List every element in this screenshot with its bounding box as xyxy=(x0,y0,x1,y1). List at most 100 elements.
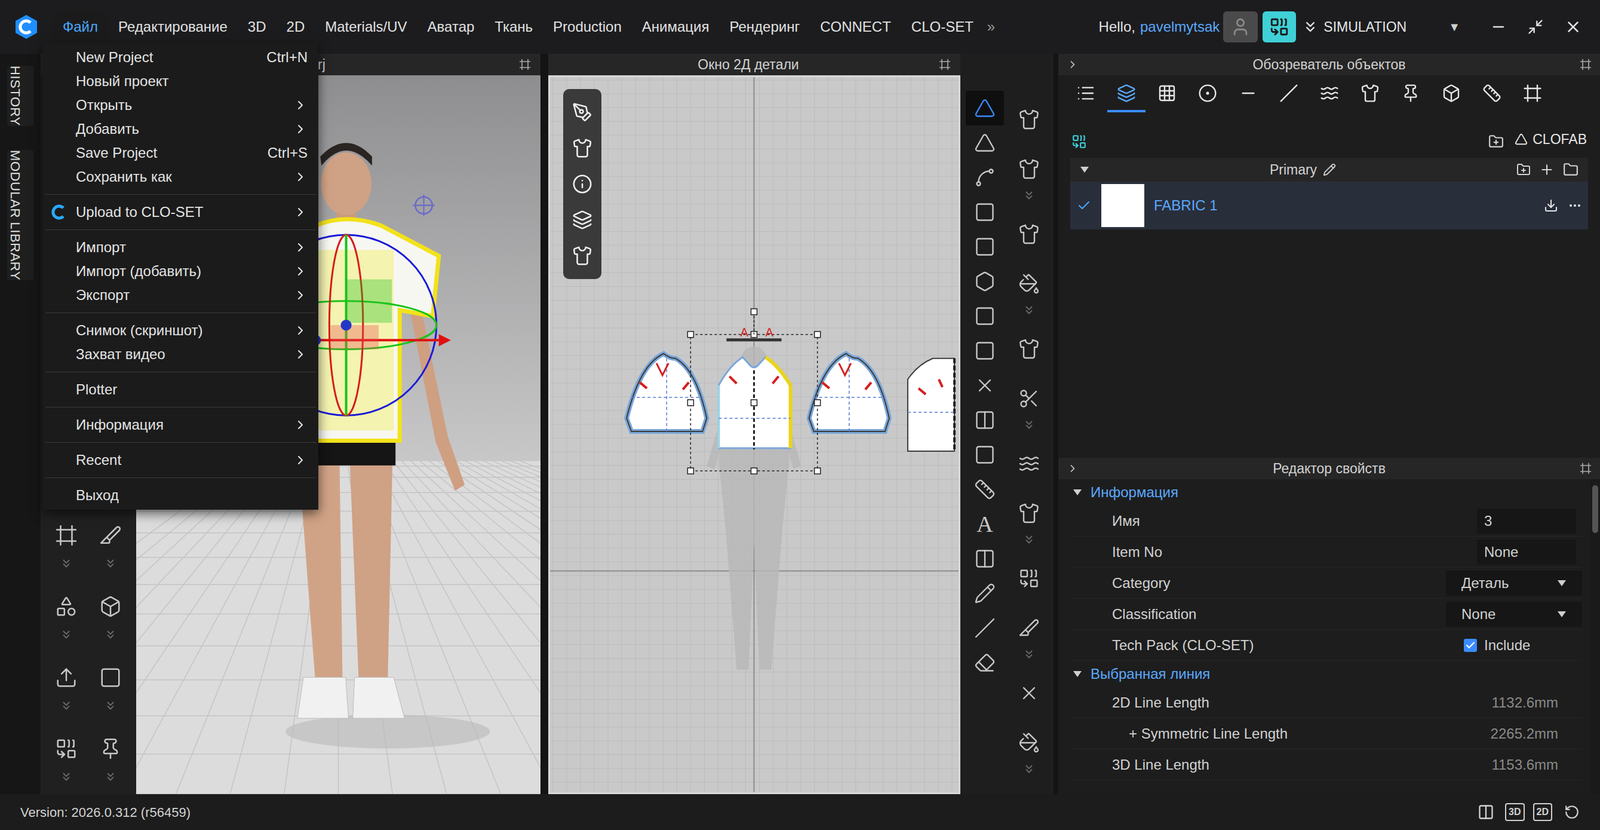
tool-button[interactable] xyxy=(965,298,1004,334)
add-folder-icon[interactable] xyxy=(1488,133,1504,150)
text-field[interactable]: None xyxy=(1476,539,1577,565)
undock-icon[interactable] xyxy=(938,58,951,71)
view-tool-button[interactable] xyxy=(567,133,598,164)
fabric-check[interactable] xyxy=(1076,198,1092,213)
expand-icon[interactable] xyxy=(103,627,118,641)
menu-item[interactable]: Materials/UV xyxy=(314,11,417,43)
file-menu-item[interactable]: Plotter xyxy=(43,377,319,402)
tool-button[interactable] xyxy=(92,588,129,625)
tool-button[interactable] xyxy=(1009,446,1049,481)
expand-icon[interactable] xyxy=(59,698,73,712)
tool-button[interactable] xyxy=(1009,381,1049,416)
file-menu-item[interactable]: Recent xyxy=(43,447,319,472)
mode-dropdown[interactable]: ▼ xyxy=(1448,17,1461,36)
menu-overflow[interactable]: » xyxy=(983,16,999,38)
menu-item[interactable]: Production xyxy=(542,11,632,43)
object-tab[interactable] xyxy=(1147,76,1187,113)
pattern-canvas[interactable]: AA xyxy=(550,77,959,792)
scrollbar[interactable] xyxy=(1590,478,1600,794)
file-menu-item[interactable]: Информация xyxy=(43,412,319,437)
menu-item[interactable]: 2D xyxy=(276,11,316,43)
tool-button[interactable] xyxy=(965,263,1004,299)
object-tab[interactable] xyxy=(1310,76,1349,113)
tool-button[interactable] xyxy=(48,588,85,625)
tool-button[interactable] xyxy=(965,160,1004,195)
object-tab[interactable] xyxy=(1350,76,1390,113)
object-tab[interactable] xyxy=(1391,76,1430,113)
app-logo-icon[interactable] xyxy=(13,13,40,41)
expand-icon[interactable] xyxy=(59,769,73,783)
tool-button[interactable] xyxy=(965,471,1004,507)
undock-icon[interactable] xyxy=(1579,58,1592,71)
view-tool-button[interactable] xyxy=(567,240,598,271)
view-tool-button[interactable] xyxy=(567,97,598,128)
tool-button[interactable] xyxy=(965,125,1004,161)
minimize-icon[interactable] xyxy=(1490,18,1507,36)
tool-button[interactable] xyxy=(1009,560,1049,596)
object-tab[interactable] xyxy=(1269,76,1308,113)
file-menu-item[interactable]: Импорт (добавить) xyxy=(43,259,319,284)
collapse-icon[interactable] xyxy=(1066,58,1079,71)
section-header[interactable]: Информация xyxy=(1072,478,1583,506)
file-menu-item[interactable]: Импорт xyxy=(43,235,319,260)
expand-icon[interactable] xyxy=(1022,647,1036,661)
view-button[interactable]: 3D xyxy=(1505,802,1525,821)
avatar-icon[interactable] xyxy=(1223,11,1258,43)
file-menu-item[interactable]: Захват видео xyxy=(43,342,319,367)
viewport-2d[interactable]: AA xyxy=(548,75,961,794)
file-menu-item[interactable]: Снимок (скриншот) xyxy=(43,318,319,343)
object-tab[interactable] xyxy=(1066,76,1105,113)
menu-item[interactable]: Файл xyxy=(52,11,109,43)
tool-button[interactable] xyxy=(92,659,129,696)
object-tab[interactable] xyxy=(1229,76,1268,113)
tool-button[interactable] xyxy=(965,367,1004,403)
view-tool-button[interactable] xyxy=(567,169,598,199)
object-tab[interactable] xyxy=(1107,76,1146,113)
checkbox[interactable]: Include xyxy=(1463,634,1583,656)
connect-icon[interactable] xyxy=(1071,133,1087,150)
file-menu-item[interactable]: Выход xyxy=(43,483,319,508)
tool-button[interactable] xyxy=(1009,610,1049,646)
dropdown[interactable]: None xyxy=(1445,601,1583,627)
tool-button[interactable] xyxy=(1009,216,1049,252)
tool-button[interactable] xyxy=(48,659,85,696)
file-menu-item[interactable]: Открыть xyxy=(43,93,319,118)
tool-button[interactable] xyxy=(965,194,1004,230)
menu-item[interactable]: Рендеринг xyxy=(719,11,811,43)
tool-button[interactable] xyxy=(1009,151,1049,187)
undock-icon[interactable] xyxy=(1579,462,1592,475)
expand-icon[interactable] xyxy=(103,556,118,570)
menu-item[interactable]: CONNECT xyxy=(809,11,902,43)
view-button[interactable]: 2D xyxy=(1533,802,1553,821)
tool-button[interactable] xyxy=(965,90,1004,126)
split-view-icon[interactable] xyxy=(1477,803,1495,821)
side-tab[interactable]: HISTORY xyxy=(7,65,34,127)
tool-button[interactable] xyxy=(965,645,1004,680)
tool-button[interactable] xyxy=(965,229,1004,264)
tool-button[interactable]: A xyxy=(965,506,1004,542)
menu-item[interactable]: Анимация xyxy=(631,11,720,43)
object-tab[interactable] xyxy=(1513,76,1552,113)
tool-button[interactable] xyxy=(965,437,1004,472)
close-icon[interactable] xyxy=(1564,17,1583,36)
expand-icon[interactable] xyxy=(103,698,118,712)
material-group-row[interactable]: Primary xyxy=(1070,157,1589,182)
object-tab[interactable] xyxy=(1432,76,1471,113)
fabric-row[interactable]: FABRIC 1 xyxy=(1070,181,1589,230)
file-menu-item[interactable]: New ProjectCtrl+N xyxy=(43,45,319,70)
tool-button[interactable] xyxy=(1009,675,1049,711)
text-field[interactable]: 3 xyxy=(1476,508,1577,534)
expand-icon[interactable] xyxy=(59,627,73,641)
tool-button[interactable] xyxy=(965,541,1004,576)
menu-item[interactable]: Редактирование xyxy=(108,11,238,43)
file-menu-item[interactable]: Save ProjectCtrl+S xyxy=(43,140,319,165)
username-link[interactable]: pavelmytsak xyxy=(1140,16,1220,38)
menu-item[interactable]: Ткань xyxy=(484,11,543,43)
tool-button[interactable] xyxy=(1009,331,1049,367)
expand-icon[interactable] xyxy=(1022,188,1036,202)
tool-button[interactable] xyxy=(965,575,1004,611)
expand-icon[interactable] xyxy=(59,556,73,570)
tool-button[interactable] xyxy=(48,517,85,554)
side-tab[interactable]: MODULAR LIBRARY xyxy=(7,149,34,281)
simulation-mode[interactable]: SIMULATION xyxy=(1301,16,1407,38)
